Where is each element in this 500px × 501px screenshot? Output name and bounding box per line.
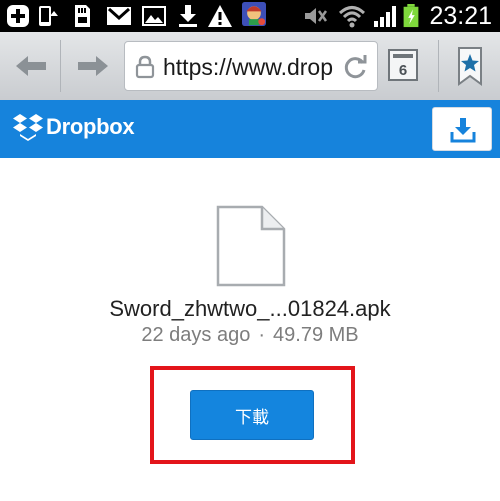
- signal-icon: [374, 6, 396, 27]
- mute-icon: [305, 8, 328, 24]
- app-avatar-icon: [242, 2, 266, 26]
- tabs-counter-icon[interactable]: 6: [385, 48, 421, 84]
- divider: [60, 40, 61, 92]
- dropbox-logo-icon[interactable]: [12, 113, 44, 143]
- forward-arrow-icon[interactable]: [72, 49, 112, 83]
- bookmark-star-icon[interactable]: [444, 42, 496, 90]
- address-bar[interactable]: https://www.drop: [124, 41, 378, 91]
- lock-icon: [135, 55, 155, 79]
- divider: [438, 40, 439, 92]
- file-modified: 22 days ago: [141, 324, 251, 346]
- file-icon: [216, 205, 286, 287]
- phone-arrow-icon: [39, 6, 58, 26]
- plus-icon: [7, 5, 29, 27]
- reload-icon[interactable]: [341, 53, 369, 81]
- file-size: 49.79 MB: [273, 324, 359, 346]
- file-name: Sword_zhwtwo_...01824.apk: [109, 296, 391, 321]
- dropbox-title[interactable]: Dropbox: [46, 114, 135, 140]
- download-tray-icon: [450, 118, 476, 143]
- url-text: https://www.drop: [163, 54, 334, 80]
- browser-toolbar: https://www.drop 6: [0, 32, 500, 101]
- back-arrow-icon[interactable]: [12, 49, 52, 83]
- download-icon: [179, 5, 197, 27]
- meta-separator: ·: [258, 324, 266, 346]
- dropbox-header: Dropbox: [0, 100, 500, 158]
- download-button[interactable]: 下載: [190, 390, 314, 440]
- file-meta: 22 days ago · 49.79 MB: [0, 324, 500, 347]
- screen: 23:21 https://www.drop 6 Dropbox Sword_z…: [0, 0, 500, 501]
- mail-icon: [107, 7, 131, 25]
- warning-icon: [208, 5, 232, 27]
- wifi-icon: [338, 6, 366, 28]
- sd-card-icon: [75, 5, 90, 27]
- tab-count: 6: [399, 62, 407, 79]
- image-icon: [142, 6, 166, 26]
- battery-charging-icon: [403, 4, 419, 28]
- status-bar: 23:21: [0, 0, 500, 32]
- clock: 23:21: [429, 2, 492, 30]
- save-to-dropbox-button[interactable]: [432, 107, 492, 151]
